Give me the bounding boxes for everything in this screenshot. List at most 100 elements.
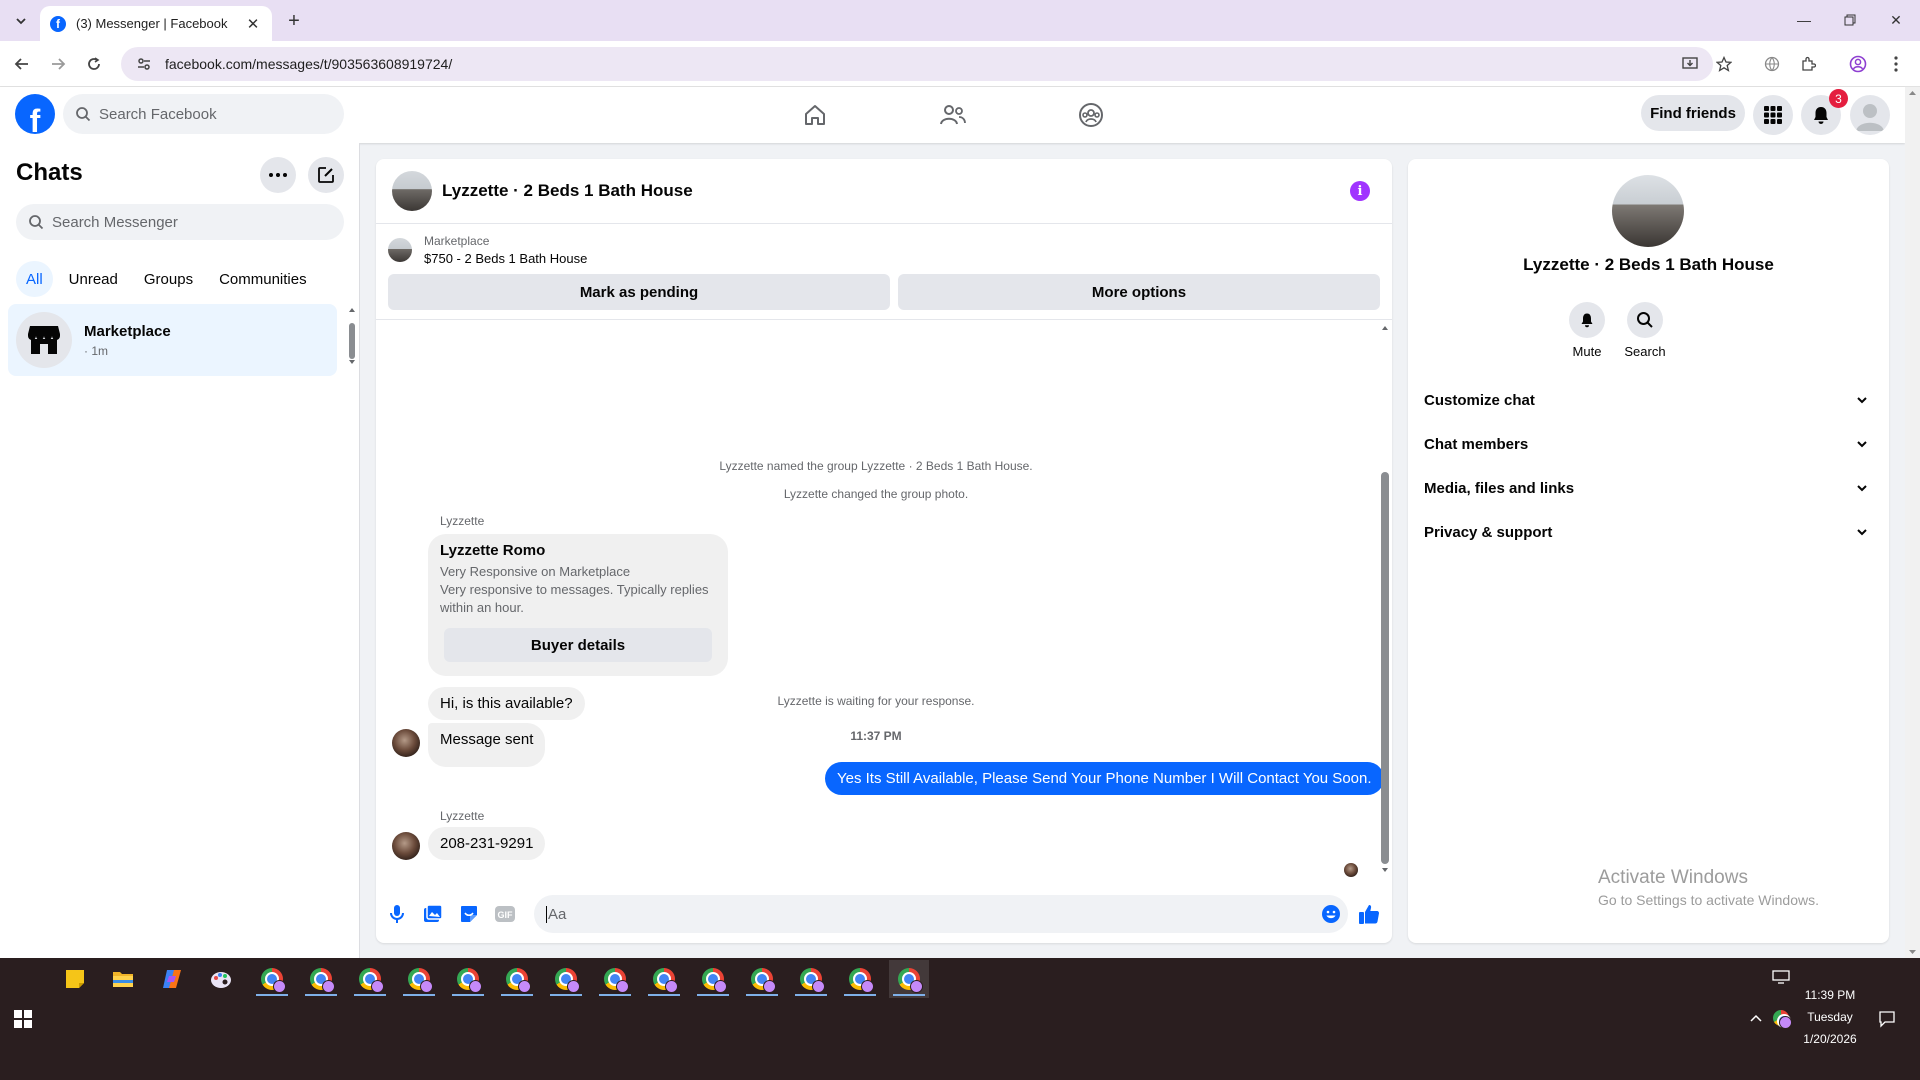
messenger-search-input[interactable]: Search Messenger [16,204,344,240]
conversation-info-icon[interactable]: i [1350,181,1370,201]
chrome-window-5-icon[interactable] [448,960,488,998]
site-info-icon[interactable] [135,55,153,73]
tray-overflow-chevron-icon[interactable] [1749,1012,1763,1026]
new-tab-icon[interactable]: + [282,9,306,33]
gif-icon[interactable]: GIF [492,901,518,927]
facebook-search-input[interactable]: Search Facebook [63,94,344,134]
filter-all[interactable]: All [16,261,53,297]
group-photo[interactable] [392,171,432,211]
browser-tab-messenger[interactable]: f (3) Messenger | Facebook ✕ [40,6,272,41]
back-icon[interactable] [9,51,35,77]
sender-avatar[interactable] [392,832,420,860]
group-photo-large[interactable] [1612,175,1684,247]
chrome-window-6-icon[interactable] [497,960,537,998]
chrome-window-12-icon[interactable] [791,960,831,998]
window-close-icon[interactable]: ✕ [1884,8,1908,32]
bookmark-star-icon[interactable] [1711,51,1737,77]
chat-members-section[interactable]: Chat members [1424,426,1873,462]
tray-clock[interactable]: 11:39 PM Tuesday 1/20/2026 [1798,988,1862,1046]
conversation-panel: Lyzzette · 2 Beds 1 Bath House i Marketp… [376,159,1392,943]
chrome-window-7-icon[interactable] [546,960,586,998]
chrome-window-1-icon[interactable] [252,960,292,998]
search-icon[interactable] [1627,302,1663,338]
listing-title[interactable]: $750 - 2 Beds 1 Bath House [424,251,587,266]
watermark-title: Activate Windows [1598,867,1748,888]
marketplace-label: Marketplace [424,234,490,248]
filter-groups[interactable]: Groups [134,261,203,297]
windows-start-icon[interactable] [14,1010,32,1028]
thread-scrollbar-thumb[interactable] [1381,472,1389,864]
conversation-title[interactable]: Lyzzette · 2 Beds 1 Bath House [442,181,693,201]
restore-icon[interactable] [1838,8,1862,32]
chevron-down-icon [1857,397,1867,404]
browser-tabstrip: f (3) Messenger | Facebook ✕ + — ✕ [0,0,1920,41]
copilot-icon[interactable] [152,960,192,998]
more-options-icon[interactable] [260,157,296,193]
menu-grid-icon[interactable] [1753,95,1793,135]
find-friends-button[interactable]: Find friends [1641,95,1745,131]
reload-icon[interactable] [81,51,107,77]
listing-thumbnail[interactable] [388,238,412,262]
filter-communities[interactable]: Communities [209,261,317,297]
details-title: Lyzzette · 2 Beds 1 Bath House [1523,255,1774,274]
browser-menu-icon[interactable] [1883,51,1909,77]
mute-action[interactable]: Mute [1557,302,1617,359]
message-input[interactable]: Aa [534,895,1348,933]
account-avatar[interactable] [1850,95,1890,135]
chrome-window-14-icon[interactable] [889,960,929,998]
customize-chat-section[interactable]: Customize chat [1424,382,1873,418]
groups-icon[interactable] [1071,95,1111,135]
microphone-icon[interactable] [384,901,410,927]
mark-as-pending-button[interactable]: Mark as pending [388,274,890,310]
translate-icon[interactable] [1759,51,1785,77]
tab-search-chevron-icon[interactable] [10,10,32,32]
chrome-window-13-icon[interactable] [840,960,880,998]
chrome-window-4-icon[interactable] [399,960,439,998]
chat-list-item-marketplace[interactable]: Marketplace · 1m [8,304,337,376]
media-files-links-section[interactable]: Media, files and links [1424,470,1873,506]
tray-display-icon[interactable] [1772,970,1790,987]
message-bubble[interactable]: 208-231-9291 [428,827,546,860]
chrome-window-11-icon[interactable] [742,960,782,998]
notification-center-icon[interactable] [1878,1010,1896,1031]
file-explorer-icon[interactable] [103,960,143,998]
buyer-badge: Very Responsive on Marketplace [440,564,631,579]
tab-close-icon[interactable]: ✕ [244,15,262,33]
emoji-icon[interactable] [1318,901,1344,927]
profile-icon[interactable] [1845,51,1871,77]
address-bar[interactable]: facebook.com/messages/t/903563608919724/ [121,47,1713,81]
chats-scrollbar-thumb[interactable] [349,323,355,359]
forward-icon[interactable] [45,51,71,77]
extensions-icon[interactable] [1795,51,1821,77]
like-thumbs-up-icon[interactable] [1356,901,1382,927]
install-app-icon[interactable] [1677,51,1703,77]
chat-filters: All Unread Groups Communities [16,261,317,297]
chrome-window-3-icon[interactable] [350,960,390,998]
sticker-icon[interactable] [456,901,482,927]
new-message-icon[interactable] [308,157,344,193]
search-action[interactable]: Search [1615,302,1675,359]
buyer-details-button[interactable]: Buyer details [444,628,712,662]
chrome-window-8-icon[interactable] [595,960,635,998]
facebook-logo-icon[interactable]: f [15,94,55,134]
outgoing-message-bubble[interactable]: Yes Its Still Available, Please Send You… [825,762,1384,795]
page-scrollbar[interactable] [1905,87,1920,958]
filter-unread[interactable]: Unread [59,261,128,297]
chrome-window-2-icon[interactable] [301,960,341,998]
sender-name: Lyzzette [440,809,485,823]
privacy-support-section[interactable]: Privacy & support [1424,514,1873,550]
chrome-window-10-icon[interactable] [693,960,733,998]
chrome-window-9-icon[interactable] [644,960,684,998]
friends-icon[interactable] [933,95,973,135]
chat-time: · 1m [84,343,108,358]
attach-photo-icon[interactable] [420,901,446,927]
home-icon[interactable] [795,95,835,135]
paint-app-icon[interactable] [201,960,241,998]
mute-bell-icon[interactable] [1569,302,1605,338]
clock-date: 1/20/2026 [1803,1032,1857,1046]
sender-name: Lyzzette [440,514,485,528]
minimize-icon[interactable]: — [1792,8,1816,32]
sticky-notes-icon[interactable] [55,960,95,998]
tray-chrome-icon[interactable] [1773,1010,1792,1029]
more-options-button[interactable]: More options [898,274,1380,310]
